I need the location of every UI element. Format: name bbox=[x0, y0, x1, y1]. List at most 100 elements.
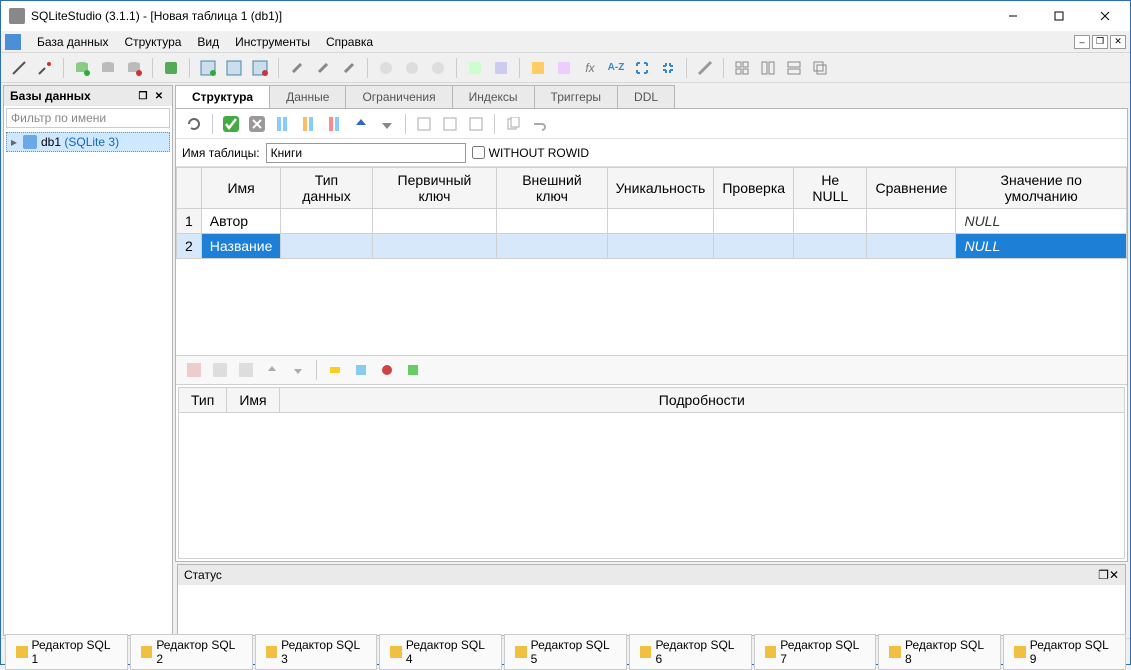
c-add-icon[interactable] bbox=[182, 358, 206, 382]
tab-indexes[interactable]: Индексы bbox=[452, 85, 535, 108]
details-details-header[interactable]: Подробности bbox=[280, 388, 1124, 412]
tablename-input[interactable] bbox=[266, 143, 466, 163]
edit-column-icon[interactable] bbox=[297, 112, 321, 136]
c-fk-icon[interactable] bbox=[349, 358, 373, 382]
panel-close-icon[interactable]: ✕ bbox=[152, 89, 166, 103]
col-fk-header[interactable]: Внешний ключ bbox=[497, 168, 607, 209]
tile-v-icon[interactable] bbox=[782, 56, 806, 80]
tile-h-icon[interactable] bbox=[756, 56, 780, 80]
tab-ddl[interactable]: DDL bbox=[617, 85, 675, 108]
table-row[interactable]: 1 Автор NULL bbox=[177, 209, 1127, 234]
menu-tools[interactable]: Инструменты bbox=[227, 33, 318, 51]
maximize-button[interactable] bbox=[1036, 1, 1082, 31]
collation-icon[interactable]: A-Z bbox=[604, 56, 628, 80]
details-name-header[interactable]: Имя bbox=[227, 388, 279, 412]
menu-database[interactable]: База данных bbox=[29, 33, 116, 51]
db-edit-icon[interactable] bbox=[96, 56, 120, 80]
col-collate-header[interactable]: Сравнение bbox=[867, 168, 956, 209]
move-up-icon[interactable] bbox=[349, 112, 373, 136]
connect-icon[interactable] bbox=[7, 56, 31, 80]
db-remove-icon[interactable] bbox=[122, 56, 146, 80]
c-up-icon[interactable] bbox=[260, 358, 284, 382]
table-edit-icon[interactable] bbox=[222, 56, 246, 80]
sql-editor-icon[interactable] bbox=[526, 56, 550, 80]
add-column-icon[interactable] bbox=[271, 112, 295, 136]
refresh-icon[interactable] bbox=[182, 112, 206, 136]
editor-tab[interactable]: Редактор SQL 2 bbox=[130, 634, 253, 670]
menu-help[interactable]: Справка bbox=[318, 33, 381, 51]
link-icon[interactable] bbox=[285, 56, 309, 80]
table-row[interactable]: 2 Название NULL bbox=[177, 234, 1127, 259]
c-del-icon[interactable] bbox=[234, 358, 258, 382]
undo-icon[interactable] bbox=[527, 112, 551, 136]
editor-tab[interactable]: Редактор SQL 9 bbox=[1003, 634, 1126, 670]
table-add-icon[interactable] bbox=[196, 56, 220, 80]
cancel-icon[interactable] bbox=[245, 112, 269, 136]
move-down-icon[interactable] bbox=[375, 112, 399, 136]
grid2-icon[interactable] bbox=[438, 112, 462, 136]
disconnect-icon[interactable] bbox=[33, 56, 57, 80]
filter-input[interactable]: Фильтр по имени bbox=[6, 108, 170, 128]
status-undock-icon[interactable]: ❐ bbox=[1098, 568, 1109, 582]
apply-icon[interactable] bbox=[219, 112, 243, 136]
col-datatype-header[interactable]: Тип данных bbox=[281, 168, 372, 209]
close-button[interactable] bbox=[1082, 1, 1128, 31]
mdi-restore-button[interactable]: ❐ bbox=[1092, 35, 1108, 49]
collapse-icon[interactable] bbox=[656, 56, 680, 80]
status-close-icon[interactable]: ✕ bbox=[1109, 568, 1119, 582]
menu-structure[interactable]: Структура bbox=[116, 33, 189, 51]
mdi-close-button[interactable]: ✕ bbox=[1110, 35, 1126, 49]
editor-tab[interactable]: Редактор SQL 5 bbox=[504, 634, 627, 670]
without-rowid-checkbox[interactable]: WITHOUT ROWID bbox=[472, 146, 589, 160]
table-remove-icon[interactable] bbox=[248, 56, 272, 80]
view-edit-icon[interactable] bbox=[400, 56, 424, 80]
delete-column-icon[interactable] bbox=[323, 112, 347, 136]
col-unique-header[interactable]: Уникальность bbox=[607, 168, 714, 209]
c-unique-icon[interactable] bbox=[375, 358, 399, 382]
grid1-icon[interactable] bbox=[412, 112, 436, 136]
c-edit-icon[interactable] bbox=[208, 358, 232, 382]
c-down-icon[interactable] bbox=[286, 358, 310, 382]
col-name-header[interactable]: Имя bbox=[201, 168, 281, 209]
undock-icon[interactable]: ❐ bbox=[136, 89, 150, 103]
cascade-icon[interactable] bbox=[808, 56, 832, 80]
c-check-icon[interactable] bbox=[401, 358, 425, 382]
settings-icon[interactable] bbox=[693, 56, 717, 80]
col-check-header[interactable]: Проверка bbox=[714, 168, 794, 209]
db-add-icon[interactable] bbox=[70, 56, 94, 80]
tab-structure[interactable]: Структура bbox=[175, 85, 270, 108]
editor-tab[interactable]: Редактор SQL 1 bbox=[5, 634, 128, 670]
col-name-cell[interactable]: Автор bbox=[201, 209, 281, 234]
col-default-header[interactable]: Значение по умолчанию bbox=[956, 168, 1127, 209]
export-icon[interactable] bbox=[489, 56, 513, 80]
tab-constraints[interactable]: Ограничения bbox=[345, 85, 452, 108]
view-add-icon[interactable] bbox=[374, 56, 398, 80]
import-icon[interactable] bbox=[463, 56, 487, 80]
view-remove-icon[interactable] bbox=[426, 56, 450, 80]
col-notnull-header[interactable]: Не NULL bbox=[794, 168, 867, 209]
editor-tab[interactable]: Редактор SQL 4 bbox=[379, 634, 502, 670]
c-pk-icon[interactable] bbox=[323, 358, 347, 382]
details-type-header[interactable]: Тип bbox=[179, 388, 227, 412]
menu-view[interactable]: Вид bbox=[189, 33, 227, 51]
tab-data[interactable]: Данные bbox=[269, 85, 346, 108]
fx-icon[interactable]: fx bbox=[578, 56, 602, 80]
copy-icon[interactable] bbox=[501, 112, 525, 136]
link2-icon[interactable] bbox=[311, 56, 335, 80]
editor-tab[interactable]: Редактор SQL 8 bbox=[878, 634, 1001, 670]
db-tree-item[interactable]: ▸ db1 (SQLite 3) bbox=[6, 132, 170, 152]
history-icon[interactable] bbox=[552, 56, 576, 80]
editor-tab[interactable]: Редактор SQL 6 bbox=[629, 634, 752, 670]
expand-icon[interactable] bbox=[630, 56, 654, 80]
editor-tab[interactable]: Редактор SQL 7 bbox=[754, 634, 877, 670]
tab-triggers[interactable]: Триггеры bbox=[534, 85, 619, 108]
commit-icon[interactable] bbox=[159, 56, 183, 80]
grid3-icon[interactable] bbox=[464, 112, 488, 136]
minimize-button[interactable] bbox=[990, 1, 1036, 31]
expand-arrow-icon[interactable]: ▸ bbox=[11, 135, 23, 149]
link3-icon[interactable] bbox=[337, 56, 361, 80]
col-name-cell[interactable]: Название bbox=[201, 234, 281, 259]
col-pk-header[interactable]: Первичный ключ bbox=[372, 168, 497, 209]
tile-icon[interactable] bbox=[730, 56, 754, 80]
mdi-minimize-button[interactable]: – bbox=[1074, 35, 1090, 49]
